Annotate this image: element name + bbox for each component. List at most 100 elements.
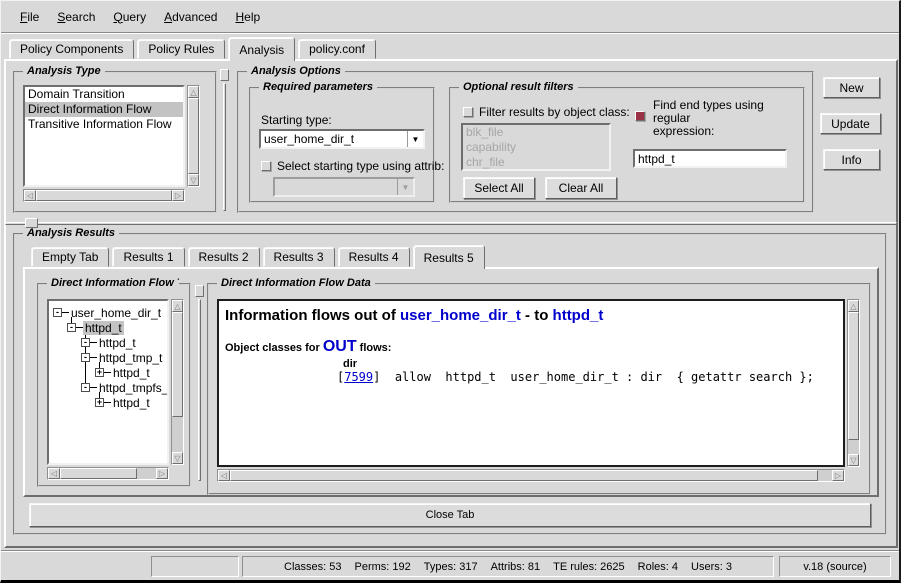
stat-classes: Classes: 53 (284, 561, 341, 573)
optional-result-filters-title: Optional result filters (459, 81, 578, 93)
scroll-up-button[interactable]: △ (188, 86, 199, 98)
scroll-up-button[interactable]: △ (848, 300, 859, 312)
list-item[interactable]: Transitive Information Flow (25, 117, 183, 132)
regex-checkbox[interactable] (635, 111, 645, 121)
pane-sash-line[interactable] (223, 83, 226, 211)
scroll-left-button[interactable]: ◁ (218, 470, 230, 481)
scrollbar-track[interactable] (230, 470, 832, 481)
filter-object-class-row[interactable]: Filter results by object class: (463, 105, 630, 119)
scrollbar-track[interactable] (848, 312, 859, 454)
tree-node-label[interactable]: user_home_dir_t (69, 306, 163, 320)
attrib-checkbox[interactable] (261, 161, 271, 171)
analysis-type-listbox[interactable]: Domain Transition Direct Information Flo… (23, 85, 185, 187)
attrib-checkbox-row[interactable]: Select starting type using attrib: (261, 159, 444, 173)
tab-results-1[interactable]: Results 1 (112, 247, 184, 267)
tree-node[interactable]: -httpd_t (67, 320, 124, 335)
tree-node-label[interactable]: httpd_t (111, 396, 152, 410)
version-label: v.18 (source) (803, 561, 866, 573)
scroll-down-button[interactable]: ▽ (188, 174, 199, 186)
scroll-up-button[interactable]: △ (172, 300, 183, 312)
tree-node[interactable]: -httpd_t (81, 335, 138, 350)
scrollbar-thumb[interactable] (188, 98, 199, 174)
analysis-type-vscrollbar[interactable]: △ ▽ (187, 85, 200, 187)
update-button[interactable]: Update (820, 113, 881, 134)
scrollbar-thumb[interactable] (848, 312, 859, 440)
scroll-right-button[interactable]: ▷ (172, 190, 184, 201)
menu-search[interactable]: Search (48, 7, 104, 27)
collapse-icon[interactable]: - (81, 353, 90, 362)
menu-file[interactable]: File (11, 7, 48, 27)
menu-query[interactable]: Query (104, 7, 155, 27)
scrollbar-thumb[interactable] (230, 470, 818, 481)
tab-results-5[interactable]: Results 5 (413, 245, 485, 269)
flow-data-text[interactable]: Information flows out of user_home_dir_t… (217, 299, 845, 467)
regex-input[interactable] (633, 149, 787, 168)
tree-node-label[interactable]: httpd_tmp_t (97, 351, 164, 365)
collapse-icon[interactable]: - (67, 323, 76, 332)
collapse-icon[interactable]: - (53, 308, 62, 317)
menu-help[interactable]: Help (226, 7, 269, 27)
rule-number-link[interactable]: 7599 (344, 370, 373, 384)
tab-results-4[interactable]: Results 4 (338, 247, 410, 267)
data-vscrollbar[interactable]: △ ▽ (847, 299, 860, 467)
scrollbar-thumb[interactable] (172, 312, 183, 417)
menu-advanced[interactable]: Advanced (155, 7, 226, 27)
info-button[interactable]: Info (823, 149, 880, 170)
tree-node[interactable]: + httpd_t (95, 395, 152, 410)
clear-all-button[interactable]: Clear All (545, 177, 617, 199)
expand-icon[interactable]: + (95, 368, 104, 377)
results-sash-handle[interactable] (25, 218, 38, 228)
analysis-type-hscrollbar[interactable]: ◁ ▷ (23, 189, 185, 202)
tab-policy-rules[interactable]: Policy Rules (137, 39, 225, 59)
collapse-icon[interactable]: - (81, 338, 90, 347)
tab-results-2[interactable]: Results 2 (188, 247, 260, 267)
close-tab-button[interactable]: Close Tab (29, 503, 871, 527)
scroll-right-button[interactable]: ▷ (832, 470, 844, 481)
new-button[interactable]: New (823, 77, 880, 98)
scrollbar-thumb[interactable] (60, 468, 137, 479)
results-sash-line[interactable] (5, 222, 897, 225)
tree-hscrollbar[interactable]: ◁ ▷ (47, 467, 169, 480)
tab-results-3[interactable]: Results 3 (263, 247, 335, 267)
tree-node[interactable]: -user_home_dir_t (53, 305, 163, 320)
scrollbar-track[interactable] (188, 98, 199, 174)
tree-node-label[interactable]: httpd_t (111, 366, 152, 380)
scroll-left-button[interactable]: ◁ (24, 190, 36, 201)
tab-policy-components[interactable]: Policy Components (9, 39, 134, 59)
flow-tree[interactable]: -user_home_dir_t -httpd_t -httpd_t -http… (47, 299, 169, 465)
expand-icon[interactable]: + (95, 398, 104, 407)
scrollbar-track[interactable] (36, 190, 172, 201)
scroll-down-button[interactable]: ▽ (848, 454, 859, 466)
filter-object-class-checkbox[interactable] (463, 107, 473, 117)
scroll-down-button[interactable]: ▽ (172, 452, 183, 464)
tree-node-label-selected[interactable]: httpd_t (83, 321, 124, 335)
scrollbar-track[interactable] (60, 468, 156, 479)
tab-empty[interactable]: Empty Tab (31, 247, 109, 267)
list-item-selected[interactable]: Direct Information Flow (25, 102, 183, 117)
starting-type-combobox[interactable]: user_home_dir_t ▼ (259, 129, 425, 149)
required-parameters-frame: Required parameters Starting type: user_… (249, 87, 435, 203)
analysis-options-frame: Analysis Options Required parameters Sta… (237, 71, 814, 213)
chevron-down-icon[interactable]: ▼ (407, 131, 423, 147)
tab-policy-conf[interactable]: policy.conf (298, 39, 376, 59)
collapse-icon[interactable]: - (81, 383, 90, 392)
scroll-right-button[interactable]: ▷ (156, 468, 168, 479)
list-item[interactable]: Domain Transition (25, 87, 183, 102)
scrollbar-thumb[interactable] (36, 190, 172, 201)
tree-node[interactable]: -httpd_tmpfs_ (81, 380, 169, 395)
tree-data-sash-line[interactable] (198, 299, 201, 481)
tree-node-label[interactable]: httpd_t (97, 336, 138, 350)
stat-perms: Perms: 192 (355, 561, 411, 573)
tree-data-sash-handle[interactable] (195, 285, 204, 297)
scrollbar-track[interactable] (172, 312, 183, 452)
scroll-left-button[interactable]: ◁ (48, 468, 60, 479)
pane-sash-handle[interactable] (220, 69, 229, 81)
tree-vscrollbar[interactable]: △ ▽ (171, 299, 184, 465)
tab-analysis[interactable]: Analysis (228, 37, 295, 61)
analysis-results-title: Analysis Results (23, 227, 119, 239)
tree-node[interactable]: -httpd_tmp_t (81, 350, 164, 365)
tree-node-label[interactable]: httpd_tmpfs_ (97, 381, 169, 395)
data-hscrollbar[interactable]: ◁ ▷ (217, 469, 845, 482)
tree-node[interactable]: + httpd_t (95, 365, 152, 380)
select-all-button[interactable]: Select All (463, 177, 535, 199)
